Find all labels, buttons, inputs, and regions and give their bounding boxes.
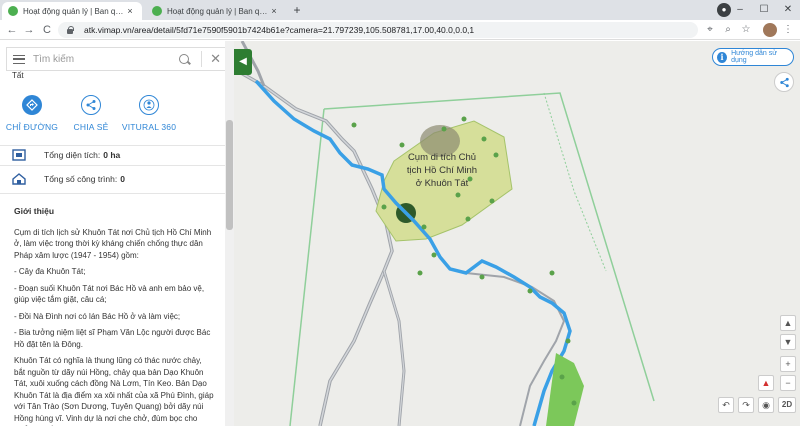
action-bar: CHỈ ĐƯỜNG CHIA SẺ VITURAL 360 [0, 95, 233, 135]
new-tab-button[interactable]: + [290, 3, 304, 17]
tab-close-icon[interactable]: × [124, 6, 136, 16]
panel-scrollbar-thumb[interactable] [226, 120, 233, 230]
works-value: 0 [120, 174, 125, 184]
vr360-label: VITURAL 360 [121, 122, 177, 132]
road [234, 67, 394, 426]
road [234, 68, 393, 426]
search-bar: ✕ [6, 47, 228, 71]
directions-icon [22, 95, 42, 115]
my-location-button[interactable]: ◉ [758, 397, 774, 413]
map-share-button[interactable] [774, 72, 794, 92]
tab-title: Hoạt động quản lý | Ban quản lý [23, 6, 124, 16]
zoom-out-button[interactable]: − [780, 375, 796, 391]
browser-toolbar: ← → C atk.vimap.vn/area/detail/5fd71e759… [0, 20, 800, 40]
address-bar[interactable]: atk.vimap.vn/area/detail/5fd71e7590f5901… [58, 22, 698, 38]
bookmark-star-icon[interactable]: ☆ [739, 23, 753, 37]
boundary-line [543, 92, 607, 272]
divider [0, 145, 228, 146]
green-area [546, 353, 584, 426]
window-close-button[interactable]: ✕ [776, 0, 800, 20]
search-icon[interactable] [179, 54, 190, 64]
site-favicon-icon [8, 6, 18, 16]
share-icon [779, 77, 789, 87]
intro-paragraph: - Cây đa Khuôn Tát; [14, 267, 86, 276]
rotate-left-button[interactable]: ↶ [718, 397, 734, 413]
intro-section: Giới thiệu Cụm di tích lịch sử Khuôn Tát… [14, 206, 214, 426]
search-input[interactable] [33, 53, 180, 65]
panel-scrollbar[interactable] [225, 41, 234, 426]
tilt-up-button[interactable]: ▲ [780, 315, 796, 331]
tab-title: Hoạt động quản lý | Ban quản lý [167, 6, 268, 16]
river [254, 79, 572, 426]
boundary-line [289, 108, 325, 426]
reload-button[interactable]: C [40, 23, 54, 37]
intro-paragraph: - Bia tưởng niệm liệt sĩ Phạm Văn Lộc ng… [14, 328, 211, 349]
view-2d-toggle[interactable]: 2D [778, 397, 796, 413]
maximize-button[interactable]: ☐ [752, 0, 776, 20]
map-canvas[interactable]: Cụm di tích Chủ tịch Hồ Chí Minh ở Khuôn… [234, 41, 800, 426]
divider [0, 193, 228, 194]
browser-tab-2[interactable]: Hoạt động quản lý | Ban quản lý × [146, 2, 286, 20]
browser-tab-1[interactable]: Hoạt động quản lý | Ban quản lý × [2, 2, 142, 20]
user-guide-label: Hướng dẫn sử dụng [731, 50, 777, 64]
north-compass-icon[interactable]: ▲ [758, 375, 774, 391]
area-label: Tổng diện tích: [44, 150, 101, 160]
tilt-down-button[interactable]: ▼ [780, 334, 796, 350]
place-title-partial: Tất [12, 71, 24, 80]
area-value: 0 ha [103, 150, 121, 160]
browser-menu-icon[interactable]: ⋮ [781, 23, 795, 37]
stat-area: Tổng diện tích: 0 ha [12, 148, 120, 162]
stat-works: Tổng số công trình: 0 [12, 172, 125, 186]
vr360-button[interactable]: VITURAL 360 [114, 95, 184, 132]
detail-panel: ✕ Tất CHỈ ĐƯỜNG CHIA SẺ VITURAL 360 Tổng… [0, 41, 234, 426]
zoom-icon[interactable]: ⌕ [721, 23, 735, 37]
tab-close-icon[interactable]: × [268, 6, 280, 16]
divider [0, 165, 228, 166]
building-icon [12, 173, 26, 185]
map-base-layer [234, 41, 655, 426]
info-icon: i [717, 51, 728, 63]
minimize-button[interactable]: – [728, 0, 752, 20]
url-text: atk.vimap.vn/area/detail/5fd71e7590f5901… [84, 25, 475, 35]
share-icon [81, 95, 101, 115]
works-label: Tổng số công trình: [44, 174, 118, 184]
forward-button[interactable]: → [22, 23, 36, 37]
intro-heading: Giới thiệu [14, 206, 55, 216]
area-icon [12, 149, 26, 161]
heritage-area-label: Cụm di tích Chủ tịch Hồ Chí Minh ở Khuôn… [406, 152, 478, 189]
divider [201, 51, 203, 67]
location-icon[interactable]: ⌖ [703, 23, 717, 37]
user-guide-button[interactable]: i Hướng dẫn sử dụng [712, 48, 794, 66]
rotate-right-button[interactable]: ↷ [738, 397, 754, 413]
lock-icon [66, 26, 74, 34]
intro-paragraph: Khuôn Tát có nghĩa là thung lũng có thác… [14, 356, 214, 426]
back-button[interactable]: ← [5, 23, 19, 37]
profile-avatar[interactable] [763, 23, 777, 37]
intro-paragraph: - Đồi Nà Đình nơi có lán Bác Hồ ở và làm… [14, 311, 181, 321]
site-favicon-icon [152, 6, 162, 16]
zoom-in-button[interactable]: + [780, 356, 796, 372]
intro-paragraph: - Đoạn suối Khuôn Tát nơi Bác Hồ và anh … [14, 283, 205, 305]
vr360-icon [139, 95, 159, 115]
browser-tab-bar: Hoạt động quản lý | Ban quản lý × Hoạt đ… [0, 0, 800, 20]
intro-paragraph: Cụm di tích lịch sử Khuôn Tát nơi Chủ tị… [14, 227, 212, 260]
hamburger-menu-icon[interactable] [13, 54, 25, 64]
collapse-panel-button[interactable]: ◀ [234, 49, 252, 75]
clear-search-icon[interactable]: ✕ [210, 51, 221, 67]
